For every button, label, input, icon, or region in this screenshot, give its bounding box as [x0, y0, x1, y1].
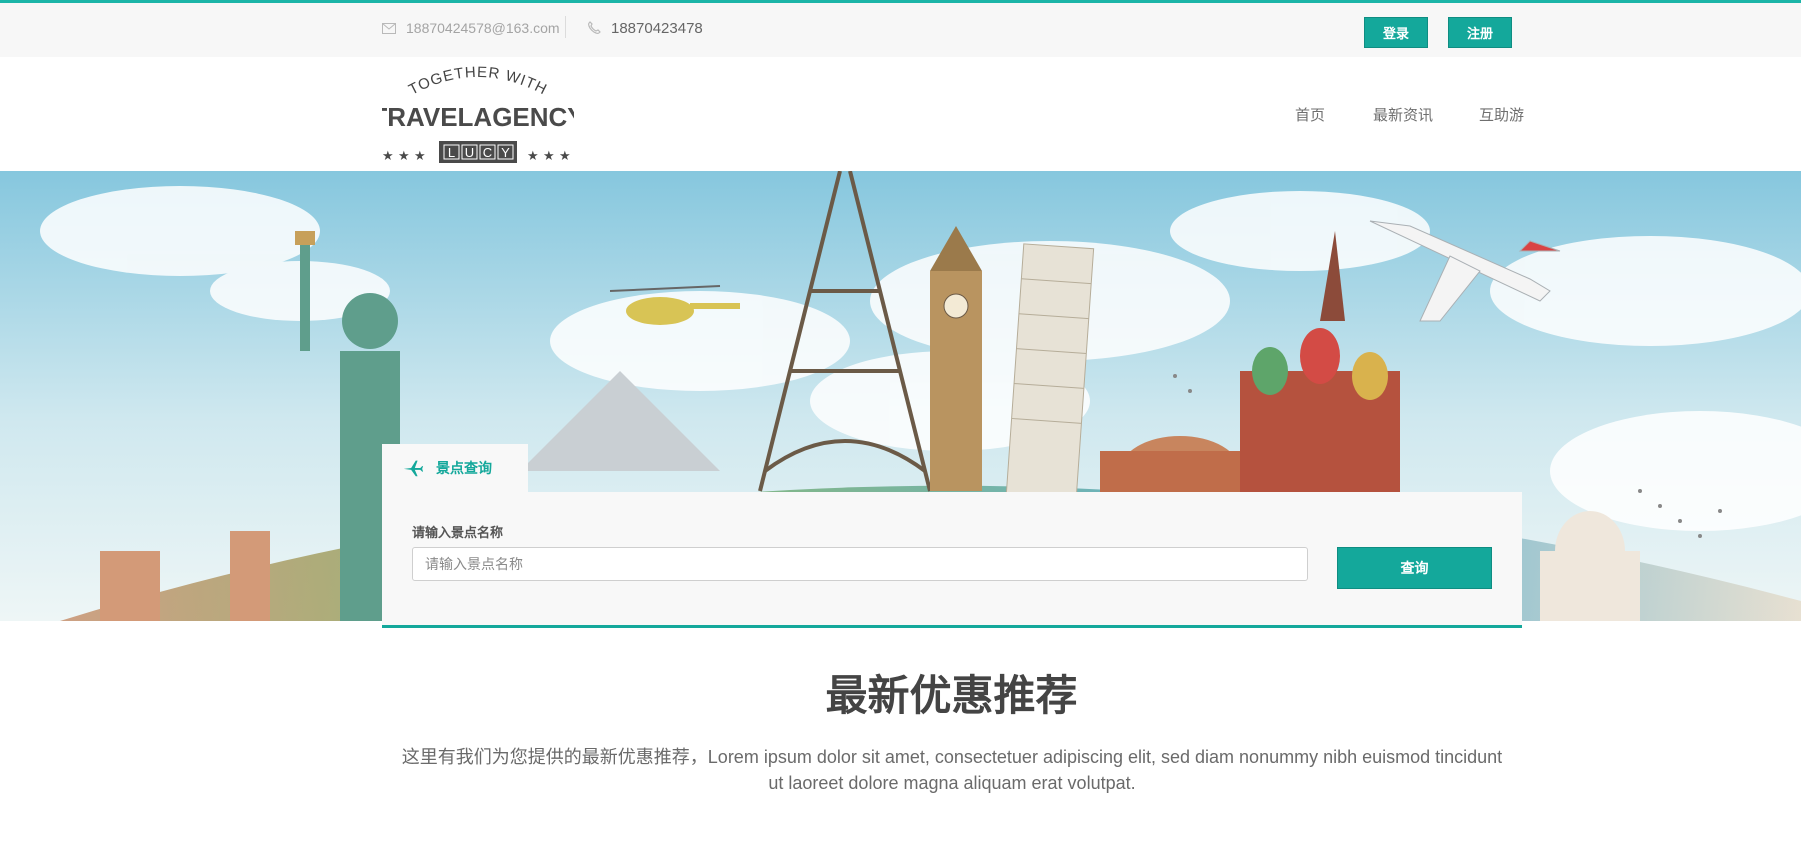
svg-text:★: ★ — [414, 149, 426, 164]
register-button[interactable]: 注册 — [1448, 17, 1512, 48]
svg-text:TOGETHER WITH: TOGETHER WITH — [406, 65, 550, 99]
email-text: 18870424578@163.com — [406, 20, 560, 36]
header: TOGETHER WITH TRAVELAGENCY ★ ★ ★ L U C Y… — [0, 57, 1801, 171]
promo-title: 最新优惠推荐 — [825, 672, 1078, 719]
search-panel: 请输入景点名称 查询 — [382, 492, 1522, 628]
attraction-search-input[interactable] — [412, 547, 1308, 581]
svg-text:★: ★ — [527, 149, 539, 164]
nav-item-mutual-travel[interactable]: 互助游 — [1479, 104, 1524, 125]
svg-text:★: ★ — [543, 149, 555, 164]
search-tab-attractions[interactable]: 景点查询 — [382, 444, 528, 492]
search-button[interactable]: 查询 — [1337, 547, 1492, 589]
svg-text:★: ★ — [398, 149, 410, 164]
svg-text:★: ★ — [382, 149, 394, 164]
nav-item-news[interactable]: 最新资讯 — [1373, 104, 1433, 125]
logo-badge-letter: Y — [501, 145, 510, 160]
airplane-icon — [403, 460, 424, 477]
email-icon — [382, 22, 396, 34]
nav-item-home[interactable]: 首页 — [1295, 104, 1325, 125]
logo-badge-letter: L — [448, 145, 455, 160]
phone-icon — [587, 21, 601, 35]
logo-main-text: TRAVELAGENCY — [382, 102, 574, 132]
logo-stars-left: ★ ★ ★ — [382, 149, 426, 164]
phone-text: 18870423478 — [611, 19, 703, 37]
promo-description: 这里有我们为您提供的最新优惠推荐，Lorem ipsum dolor sit a… — [401, 747, 1503, 793]
top-bar: 18870424578@163.com 18870423478 登录 注册 — [0, 0, 1801, 57]
logo[interactable]: TOGETHER WITH TRAVELAGENCY ★ ★ ★ L U C Y… — [382, 65, 574, 165]
svg-text:★: ★ — [559, 149, 571, 164]
contact-email: 18870424578@163.com — [382, 17, 560, 39]
search-tab-label: 景点查询 — [436, 460, 492, 476]
logo-badge-letter: U — [465, 145, 474, 160]
logo-badge-letter: C — [483, 145, 492, 160]
logo-stars-right: ★ ★ ★ — [527, 149, 571, 164]
login-button[interactable]: 登录 — [1364, 17, 1428, 48]
search-field-label: 请输入景点名称 — [412, 525, 504, 540]
contact-phone: 18870423478 — [587, 17, 703, 39]
logo-arc-text: TOGETHER WITH — [406, 65, 549, 99]
contact-divider — [565, 16, 566, 38]
